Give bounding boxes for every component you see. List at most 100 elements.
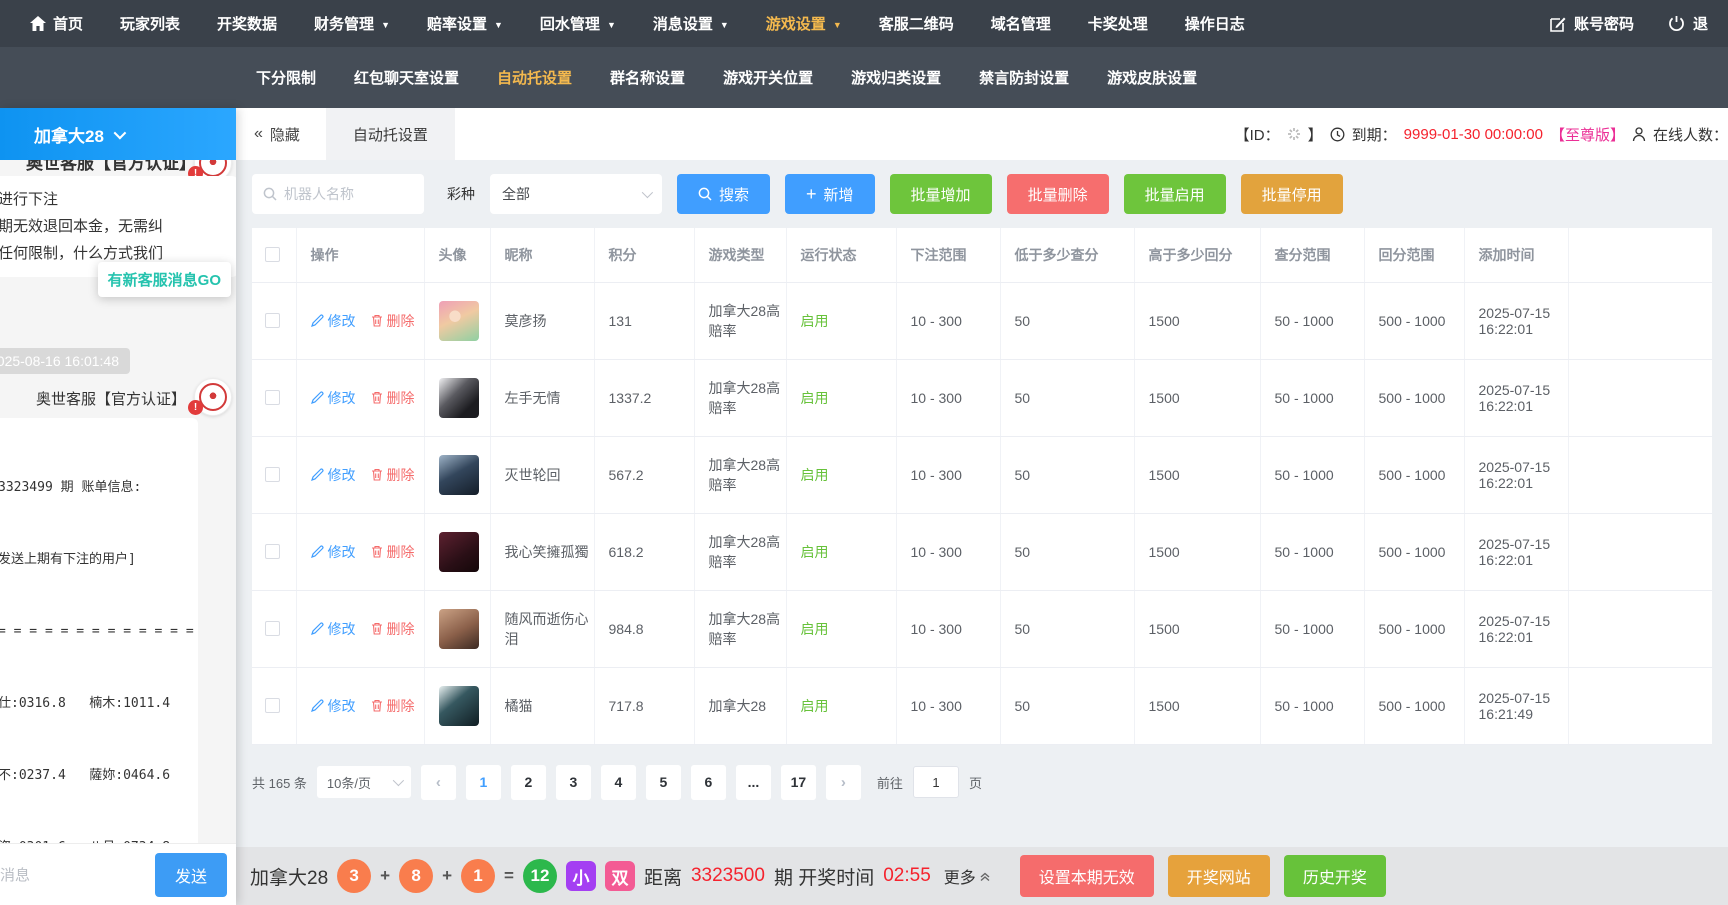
subnav-item-game-skin[interactable]: 游戏皮肤设置	[1107, 67, 1197, 88]
subnav-item-game-switch[interactable]: 游戏开关位置	[723, 67, 813, 88]
edit-link[interactable]: 修改	[311, 388, 356, 408]
check-range-cell: 50 - 1000	[1260, 359, 1364, 436]
message-input[interactable]: 消息	[0, 864, 30, 885]
row-checkbox[interactable]	[265, 698, 280, 713]
page-button-6[interactable]: 6	[691, 765, 726, 800]
edit-link[interactable]: 修改	[311, 311, 356, 331]
below-check-cell: 50	[1000, 282, 1134, 359]
power-icon	[1668, 15, 1685, 32]
goto-page-input[interactable]: 1	[913, 766, 959, 798]
distance-label: 距离	[644, 863, 682, 890]
row-checkbox[interactable]	[265, 621, 280, 636]
page-button-17[interactable]: 17	[781, 765, 816, 800]
extra-cell	[1568, 436, 1712, 513]
set-invalid-button[interactable]: 设置本期无效	[1020, 855, 1154, 897]
robot-name-search-input[interactable]: 机器人名称	[252, 174, 424, 214]
row-checkbox[interactable]	[265, 390, 280, 405]
chevron-down-icon: ▼	[833, 20, 842, 30]
nav-item-draw-data[interactable]: 开奖数据	[217, 13, 277, 34]
nav-item-game-settings[interactable]: 游戏设置▼	[766, 13, 842, 34]
edit-link[interactable]: 修改	[311, 465, 356, 485]
nav-item-message[interactable]: 消息设置▼	[653, 13, 729, 34]
period-suffix: 期 开奖时间	[774, 863, 874, 890]
nav-item-home[interactable]: 首页	[30, 13, 83, 34]
added-time-cell: 2025-07-15 16:22:01	[1464, 513, 1568, 590]
nav-item-finance[interactable]: 财务管理▼	[314, 13, 390, 34]
subnav-item-limit[interactable]: 下分限制	[256, 67, 316, 88]
subnav-item-auto-bot[interactable]: 自动托设置	[497, 67, 572, 88]
above-return-cell: 1500	[1134, 359, 1260, 436]
status-cell: 启用	[786, 513, 896, 590]
nav-item-players[interactable]: 玩家列表	[120, 13, 180, 34]
bet-range-cell: 10 - 300	[896, 436, 1000, 513]
batch-delete-button[interactable]: 批量删除	[1007, 174, 1109, 214]
row-checkbox[interactable]	[265, 544, 280, 559]
delete-link[interactable]: 删除	[371, 388, 415, 408]
goto-unit: 页	[969, 773, 982, 792]
draw-site-button[interactable]: 开奖网站	[1168, 855, 1270, 897]
col-header-check-range: 查分范围	[1260, 228, 1364, 282]
page-button-1[interactable]: 1	[466, 765, 501, 800]
delete-link[interactable]: 删除	[371, 465, 415, 485]
page-button-3[interactable]: 3	[556, 765, 591, 800]
sidebar-game-selector[interactable]: 加拿大28	[0, 108, 236, 160]
chat-service-name: 奥世客服【官方认证】	[36, 388, 186, 409]
collapse-sidebar-button[interactable]: « 隐藏	[254, 124, 300, 145]
next-page-button[interactable]: ›	[826, 765, 861, 800]
edit-link[interactable]: 修改	[311, 696, 356, 716]
page-ellipsis[interactable]: ...	[736, 765, 771, 800]
chevron-down-icon: ▼	[381, 20, 390, 30]
return-range-cell: 500 - 1000	[1364, 282, 1464, 359]
edit-link[interactable]: 修改	[311, 619, 356, 639]
pencil-icon	[311, 622, 324, 635]
delete-link[interactable]: 删除	[371, 619, 415, 639]
page-button-2[interactable]: 2	[511, 765, 546, 800]
pencil-icon	[311, 314, 324, 327]
send-button[interactable]: 发送	[155, 853, 227, 897]
nav-item-odds[interactable]: 赔率设置▼	[427, 13, 503, 34]
page-button-4[interactable]: 4	[601, 765, 636, 800]
select-all-checkbox[interactable]	[265, 247, 280, 262]
plus-icon	[806, 184, 817, 205]
delete-link[interactable]: 删除	[371, 311, 415, 331]
bet-range-cell: 10 - 300	[896, 282, 1000, 359]
delete-link[interactable]: 删除	[371, 696, 415, 716]
col-header-run-status: 运行状态	[786, 228, 896, 282]
nav-item-logs[interactable]: 操作日志	[1185, 13, 1245, 34]
more-toggle[interactable]: 更多	[944, 864, 991, 888]
logout-button[interactable]: 退	[1668, 13, 1708, 34]
batch-add-button[interactable]: 批量增加	[890, 174, 992, 214]
batch-enable-button[interactable]: 批量启用	[1124, 174, 1226, 214]
batch-disable-button[interactable]: 批量停用	[1241, 174, 1343, 214]
nav-item-rebate[interactable]: 回水管理▼	[540, 13, 616, 34]
status-cell: 启用	[786, 436, 896, 513]
check-range-cell: 50 - 1000	[1260, 667, 1364, 744]
avatar	[439, 455, 479, 495]
row-checkbox[interactable]	[265, 313, 280, 328]
nav-item-qrcode[interactable]: 客服二维码	[879, 13, 954, 34]
account-password-button[interactable]: 账号密码	[1550, 13, 1634, 34]
subnav-item-group-name[interactable]: 群名称设置	[610, 67, 685, 88]
nav-item-domain[interactable]: 域名管理	[991, 13, 1051, 34]
new-message-tooltip[interactable]: 有新客服消息GO	[98, 262, 231, 297]
nav-item-stuck-prize[interactable]: 卡奖处理	[1088, 13, 1148, 34]
extra-cell	[1568, 282, 1712, 359]
delete-link[interactable]: 删除	[371, 542, 415, 562]
prev-page-button[interactable]: ‹	[421, 765, 456, 800]
row-checkbox[interactable]	[265, 467, 280, 482]
add-button[interactable]: 新增	[785, 174, 875, 214]
page-size-select[interactable]: 10条/页	[317, 766, 411, 798]
subnav-item-redpacket-room[interactable]: 红包聊天室设置	[354, 67, 459, 88]
search-button[interactable]: 搜索	[677, 174, 770, 214]
subnav-item-mute-ban[interactable]: 禁言防封设置	[979, 67, 1069, 88]
subnav-item-game-category[interactable]: 游戏归类设置	[851, 67, 941, 88]
chevron-down-icon: ▼	[720, 20, 729, 30]
page-button-5[interactable]: 5	[646, 765, 681, 800]
edit-link[interactable]: 修改	[311, 542, 356, 562]
lottery-type-select[interactable]: 全部	[490, 174, 662, 214]
chevron-down-icon: ▼	[607, 20, 616, 30]
table-header-row: 操作 头像 昵称 积分 游戏类型 运行状态 下注范围 低于多少查分 高于多少回分…	[252, 228, 1712, 282]
lottery-type-label: 彩种	[447, 184, 475, 204]
history-draw-button[interactable]: 历史开奖	[1284, 855, 1386, 897]
tab-auto-bot-settings[interactable]: 自动托设置	[326, 108, 455, 160]
